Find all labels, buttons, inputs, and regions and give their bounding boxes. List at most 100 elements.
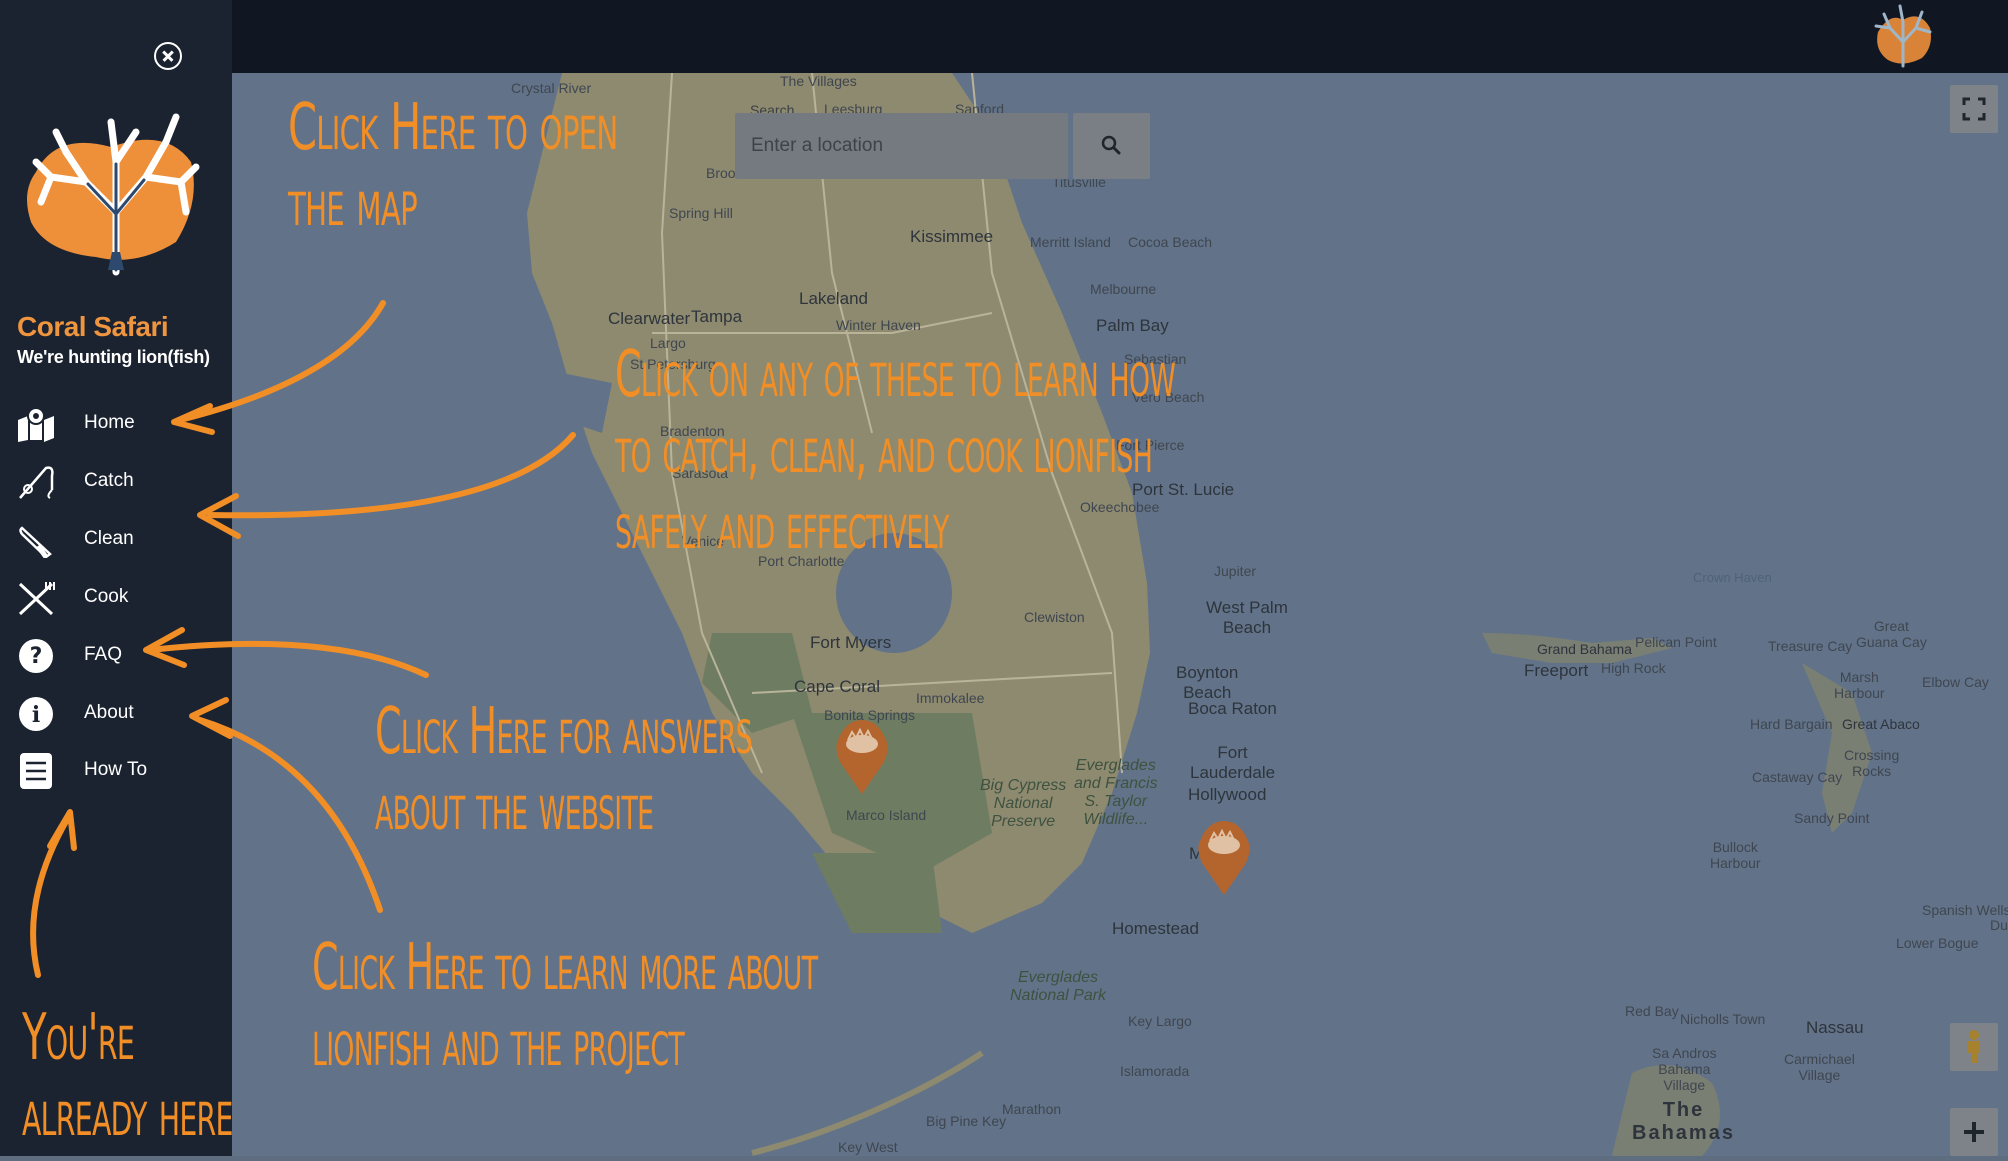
- map-pin-icon: [18, 407, 54, 442]
- map-label: Boca Raton: [1188, 699, 1277, 718]
- map-label: Sandy Point: [1794, 810, 1870, 826]
- map-label: Fort Lauderdale: [1190, 743, 1276, 782]
- map-label: Spring Hill: [669, 205, 733, 221]
- map-label: Palm Bay: [1096, 316, 1169, 335]
- fullscreen-icon: [1962, 97, 1986, 121]
- map-label: The Villages: [780, 73, 857, 89]
- document-icon: [20, 753, 52, 789]
- annotation-open-map: Click Here to open the map: [288, 91, 618, 241]
- nav-clean[interactable]: Clean: [0, 514, 232, 564]
- map-label: Clearwater: [608, 309, 691, 328]
- map-label: Cape Coral: [794, 677, 880, 696]
- map-label: Brooi: [706, 165, 739, 181]
- map-label: Spanish Wells: [1922, 902, 2008, 918]
- map-label: Carmichael Village: [1784, 1051, 1855, 1083]
- info-circle-icon: i: [19, 697, 53, 731]
- map-label: Nassau: [1806, 1018, 1864, 1037]
- map-label: Hollywood: [1188, 785, 1267, 804]
- search-button[interactable]: [1073, 113, 1150, 179]
- fishing-rod-icon: [19, 466, 54, 499]
- nav-label: Catch: [84, 470, 134, 491]
- lionfish-marker[interactable]: [1196, 819, 1252, 897]
- map-label: Marathon: [1002, 1101, 1062, 1117]
- nav-label: About: [84, 702, 134, 723]
- annotation-catch-clean-cook: Click on any of these to learn how to ca…: [615, 338, 1176, 564]
- close-sidebar-button[interactable]: [154, 42, 182, 70]
- brand-tagline: We're hunting lion(fish): [17, 347, 210, 367]
- map-label: Islamorada: [1120, 1063, 1190, 1079]
- user-avatar[interactable]: [1870, 2, 1936, 68]
- map-label: The Bahamas: [1632, 1099, 1735, 1144]
- map-label: Key West: [838, 1139, 898, 1155]
- street-view-button[interactable]: [1950, 1023, 1998, 1071]
- search-input[interactable]: [735, 113, 1068, 179]
- map-label: Freeport: [1524, 661, 1589, 680]
- map-label: Cocoa Beach: [1128, 234, 1213, 250]
- lionfish-marker[interactable]: [834, 718, 890, 796]
- map-label: Grand Bahama: [1537, 641, 1632, 657]
- map-label: Great Guana Cay: [1856, 618, 1927, 650]
- question-circle-icon: ?: [19, 639, 53, 673]
- knife-icon: [19, 526, 52, 558]
- sidebar: Coral Safari We're hunting lion(fish) Ho…: [0, 0, 232, 1156]
- top-bar: [232, 0, 2008, 73]
- annotation-already-here: You're already here: [22, 1001, 233, 1151]
- nav-label: Home: [84, 412, 135, 433]
- fullscreen-button[interactable]: [1950, 85, 1998, 133]
- map-label: High Rock: [1601, 660, 1666, 676]
- map-label: Big Cypress National Preserve: [980, 777, 1067, 830]
- map-label: Kissimmee: [910, 227, 994, 246]
- zoom-in-button[interactable]: [1950, 1108, 1998, 1156]
- plus-icon: [1964, 1122, 1984, 1142]
- map-label: Homestead: [1112, 919, 1199, 938]
- map-label: Crossing Rocks: [1844, 747, 1900, 779]
- map-label: Elbow Cay: [1922, 674, 1989, 690]
- nav-cook[interactable]: Cook: [0, 572, 232, 622]
- svg-text:i: i: [32, 702, 40, 728]
- map-label: Key Largo: [1128, 1013, 1192, 1029]
- map-label: Du: [1990, 917, 2008, 933]
- nav-faq[interactable]: ? FAQ: [0, 630, 232, 680]
- map-label: Bullock Harbour: [1710, 839, 1761, 871]
- annotation-about: Click Here to learn more about lionfish …: [312, 931, 818, 1081]
- nav-how-to[interactable]: How To: [0, 745, 232, 795]
- map-label: Tampa: [691, 307, 743, 326]
- map-label: Clewiston: [1024, 609, 1085, 625]
- nav-label: Clean: [84, 528, 134, 549]
- map-label: Everglades and Francis S. Taylor Wildlif…: [1074, 757, 1158, 828]
- map-label: Marco Island: [846, 807, 927, 823]
- map-label: Pelican Point: [1635, 634, 1717, 650]
- search-box: [735, 113, 1068, 179]
- map-label: Great Abaco: [1842, 716, 1920, 732]
- nav-catch[interactable]: Catch: [0, 456, 232, 506]
- coral-safari-logo: [27, 113, 200, 276]
- map-label: Castaway Cay: [1752, 769, 1843, 785]
- fork-knife-icon: [18, 582, 55, 616]
- annotation-faq: Click Here for answers about the website: [375, 695, 753, 845]
- brand-name: Coral Safari: [17, 311, 169, 342]
- map-label: Sa Andros Bahama Village: [1652, 1045, 1717, 1093]
- map-label: Merritt Island: [1030, 234, 1111, 250]
- nav-home[interactable]: Home: [0, 398, 232, 448]
- svg-text:?: ?: [30, 644, 43, 669]
- map-label: Winter Haven: [836, 317, 921, 333]
- map-label: Red Bay: [1625, 1003, 1679, 1019]
- search-icon: [1101, 135, 1121, 155]
- map-label: Marsh Harbour: [1834, 669, 1885, 701]
- map-label: Fort Myers: [810, 633, 892, 652]
- map-label: Hard Bargain: [1750, 716, 1833, 732]
- map-label: Boynton Beach: [1176, 663, 1239, 702]
- nav-label: Cook: [84, 586, 129, 607]
- map-label: West Palm Beach: [1206, 598, 1288, 637]
- map-label: Lakeland: [799, 289, 869, 308]
- nav-label: FAQ: [84, 644, 123, 665]
- map-label: Everglades National Park: [1010, 969, 1107, 1004]
- map-label: Big Pine Key: [926, 1113, 1007, 1129]
- map-label: Jupiter: [1214, 563, 1257, 579]
- map-label: Crown Haven: [1693, 570, 1772, 585]
- pegman-icon: [1968, 1030, 1980, 1063]
- nav-label: How To: [84, 759, 148, 780]
- nav-about[interactable]: i About: [0, 688, 232, 738]
- map-label: Nicholls Town: [1680, 1011, 1766, 1027]
- map-label: Treasure Cay: [1768, 638, 1853, 654]
